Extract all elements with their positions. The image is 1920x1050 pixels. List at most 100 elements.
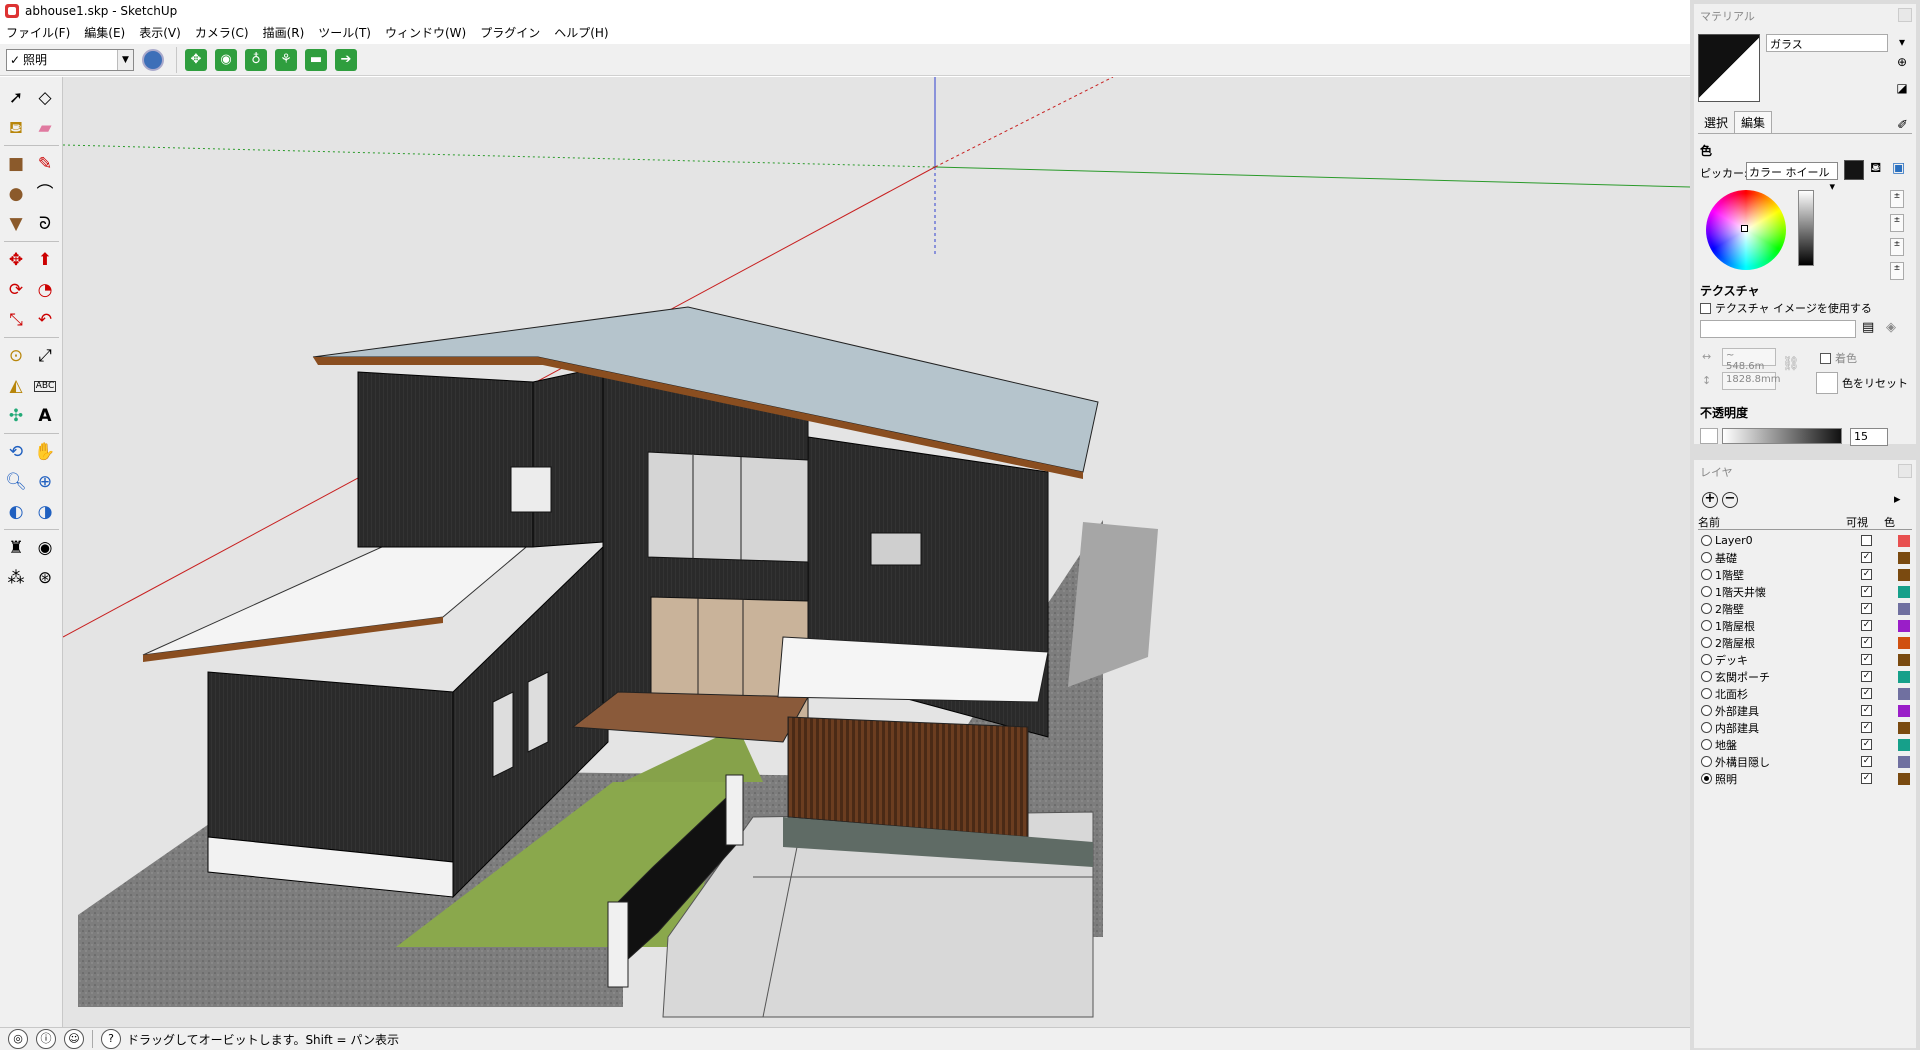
active-layer-radio[interactable] <box>1701 586 1712 597</box>
add-layer-icon[interactable]: + <box>1702 492 1718 508</box>
layer-color-swatch[interactable] <box>1898 670 1910 683</box>
layer-row[interactable]: 地盤 ✓ <box>1698 736 1912 753</box>
layer-color-swatch[interactable] <box>1898 568 1910 581</box>
layer-visible-checkbox[interactable]: ✓ <box>1861 756 1872 767</box>
texture-height-field[interactable]: 1828.8mm <box>1722 372 1780 390</box>
layer-visible-checkbox[interactable]: ✓ <box>1861 569 1872 580</box>
arc-icon[interactable]: ⌒ <box>32 181 58 207</box>
paint-bucket-icon[interactable]: ⛾ <box>3 115 29 141</box>
layer-color-swatch[interactable] <box>1898 704 1910 717</box>
create-material-icon[interactable]: ⊕ <box>1894 54 1910 70</box>
tape-measure-icon[interactable]: ⊙ <box>3 343 29 369</box>
orbit-icon[interactable]: ⟲ <box>3 439 29 465</box>
layer-visible-checkbox[interactable]: ✓ <box>1861 739 1872 750</box>
layer-name[interactable]: 2階屋根 <box>1715 635 1849 651</box>
zoom-extents-icon[interactable]: ⊕ <box>32 469 58 495</box>
menu-tools[interactable]: ツール(T) <box>318 24 371 41</box>
chevron-down-icon[interactable]: ▼ <box>117 49 133 70</box>
picker-select[interactable]: カラー ホイール ▾ <box>1746 162 1838 193</box>
active-layer-radio[interactable] <box>1701 756 1712 767</box>
adjust-icon[interactable]: ± <box>1890 214 1904 232</box>
adjust-icon[interactable]: ± <box>1890 190 1904 208</box>
active-layer-radio[interactable] <box>1701 722 1712 733</box>
scale-icon[interactable]: ⤡ <box>3 307 29 333</box>
close-icon[interactable] <box>1898 464 1912 478</box>
col-color[interactable]: 色 <box>1884 514 1895 529</box>
layer-row[interactable]: 1階壁 ✓ <box>1698 566 1912 583</box>
layer-name[interactable]: Layer0 <box>1715 534 1849 547</box>
adjust-icon[interactable]: ± <box>1890 262 1904 280</box>
layer-row[interactable]: 外部建具 ✓ <box>1698 702 1912 719</box>
layer-name[interactable]: 玄関ポーチ <box>1715 669 1849 685</box>
layer-name[interactable]: 地盤 <box>1715 737 1849 753</box>
section-plane-icon[interactable]: ⊛ <box>32 565 58 591</box>
active-layer-radio[interactable] <box>1701 654 1712 665</box>
help-icon[interactable]: ? <box>101 1029 121 1049</box>
layer-row[interactable]: 1階屋根 ✓ <box>1698 617 1912 634</box>
layer-visible-checkbox[interactable]: ✓ <box>1861 637 1872 648</box>
plugin-tool-4[interactable]: ⚘ <box>273 47 299 73</box>
layer-name[interactable]: デッキ <box>1715 652 1849 668</box>
tab-edit[interactable]: 編集 <box>1734 111 1773 133</box>
display-secondary-icon[interactable]: ▾ <box>1894 34 1910 50</box>
layer-manager-button[interactable] <box>140 47 166 73</box>
layer-color-swatch[interactable] <box>1898 755 1910 768</box>
polygon-icon[interactable]: ▼ <box>3 211 29 237</box>
active-layer-radio[interactable] <box>1701 569 1712 580</box>
plugin-tool-6[interactable]: ➔ <box>333 47 359 73</box>
previous-view-icon[interactable]: ◐ <box>3 499 29 525</box>
next-view-icon[interactable]: ◑ <box>32 499 58 525</box>
push-pull-icon[interactable]: ⬆ <box>32 247 58 273</box>
layer-color-swatch[interactable] <box>1898 585 1910 598</box>
layer-row[interactable]: 照明 ✓ <box>1698 770 1912 787</box>
text-tool-icon[interactable]: ABC <box>32 373 58 399</box>
plugin-tool-3[interactable]: ♁ <box>243 47 269 73</box>
rectangle-icon[interactable]: ■ <box>3 151 29 177</box>
layer-visible-checkbox[interactable] <box>1861 535 1872 546</box>
texture-width-field[interactable]: ~ 548.6m <box>1722 348 1776 372</box>
browse-folder-icon[interactable]: ▤ <box>1862 320 1874 335</box>
layer-name[interactable]: 基礎 <box>1715 550 1849 566</box>
match-model-color-icon[interactable]: ⛾ <box>1870 160 1881 178</box>
match-screen-color-icon[interactable]: ▣ <box>1892 160 1905 176</box>
layer-row[interactable]: 2階壁 ✓ <box>1698 600 1912 617</box>
layer-visible-checkbox[interactable]: ✓ <box>1861 722 1872 733</box>
geo-location-icon[interactable]: ◎ <box>8 1029 28 1049</box>
opacity-value-field[interactable]: 15 <box>1850 428 1888 446</box>
opacity-slider[interactable] <box>1722 428 1842 444</box>
pan-hand-icon[interactable]: ✋ <box>32 439 58 465</box>
layer-visible-checkbox[interactable]: ✓ <box>1861 773 1872 784</box>
follow-me-icon[interactable]: ◔ <box>32 277 58 303</box>
active-layer-radio[interactable] <box>1701 535 1712 546</box>
plugin-tool-1[interactable]: ✥ <box>183 47 209 73</box>
layer-color-swatch[interactable] <box>1898 721 1910 734</box>
menu-plugins[interactable]: プラグイン <box>480 24 540 41</box>
menu-file[interactable]: ファイル(F) <box>6 24 70 41</box>
colorize-checkbox[interactable]: 着色 <box>1820 350 1857 366</box>
layer-name[interactable]: 1階屋根 <box>1715 618 1849 634</box>
edit-texture-icon[interactable]: ◈ <box>1886 320 1896 335</box>
checkbox[interactable] <box>1820 352 1831 364</box>
layer-color-swatch[interactable] <box>1898 602 1910 615</box>
close-icon[interactable] <box>1898 8 1912 22</box>
user-icon[interactable]: ☺ <box>64 1029 84 1049</box>
layer-row[interactable]: デッキ ✓ <box>1698 651 1912 668</box>
texture-path-field[interactable] <box>1700 320 1856 338</box>
layer-color-swatch[interactable] <box>1898 738 1910 751</box>
layer-name[interactable]: 1階壁 <box>1715 567 1849 583</box>
layer-visible-checkbox[interactable]: ✓ <box>1861 620 1872 631</box>
use-texture-checkbox[interactable]: テクスチャ イメージを使用する <box>1700 300 1872 316</box>
layer-name[interactable]: 2階壁 <box>1715 601 1849 617</box>
menu-help[interactable]: ヘルプ(H) <box>554 24 608 41</box>
eraser-icon[interactable]: ▰ <box>32 115 58 141</box>
model-viewport[interactable] <box>63 77 1690 1027</box>
menu-camera[interactable]: カメラ(C) <box>195 24 249 41</box>
freehand-icon[interactable]: ᘐ <box>32 211 58 237</box>
material-name-field[interactable]: ガラス <box>1766 34 1888 52</box>
col-visible[interactable]: 可視 <box>1846 514 1884 529</box>
color-wheel-cursor[interactable] <box>1741 225 1748 232</box>
eyedropper-icon[interactable]: ✐ <box>1893 118 1912 133</box>
active-layer-radio[interactable] <box>1701 603 1712 614</box>
3d-text-icon[interactable]: A <box>32 403 58 429</box>
line-icon[interactable]: ✎ <box>32 151 58 177</box>
